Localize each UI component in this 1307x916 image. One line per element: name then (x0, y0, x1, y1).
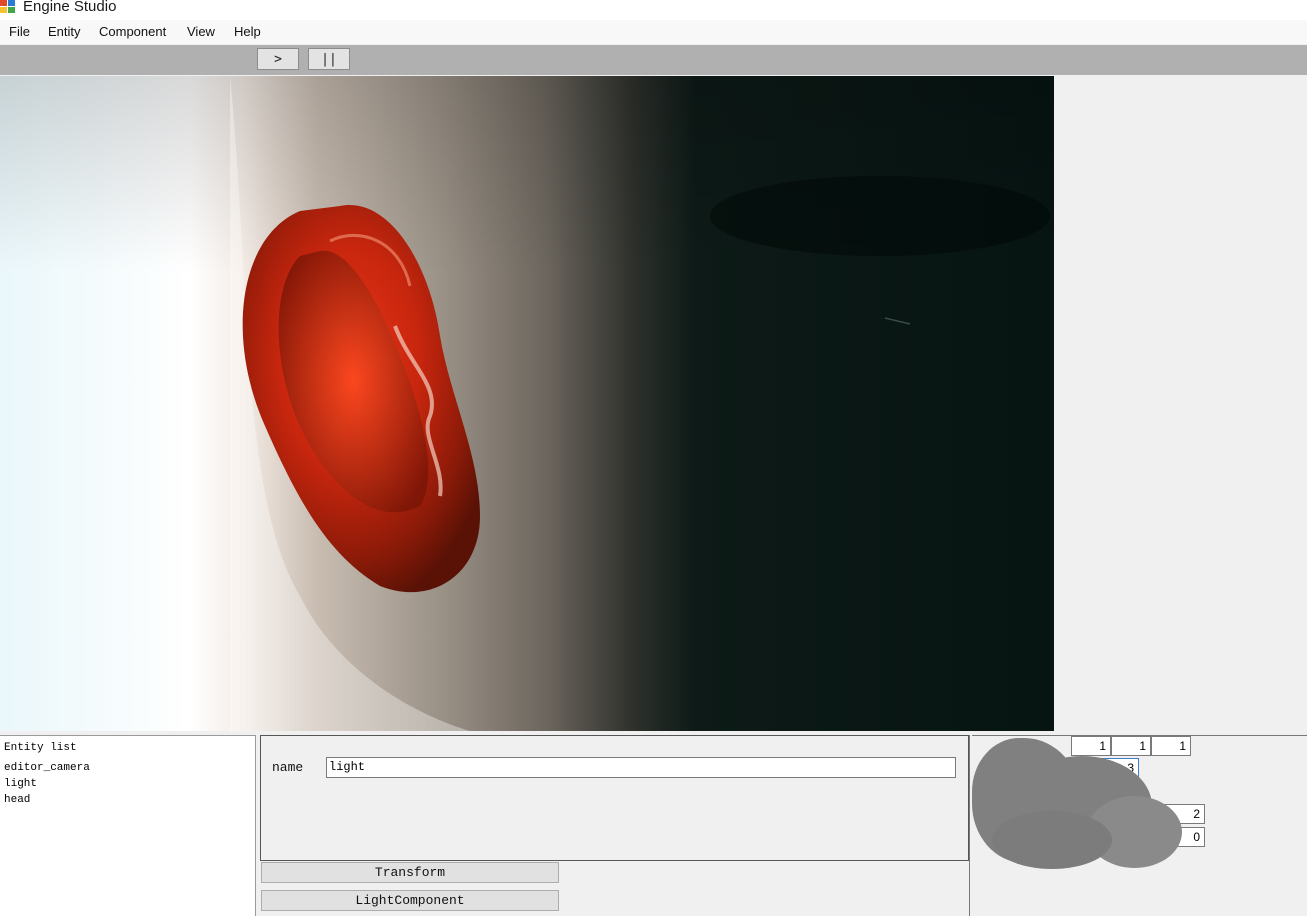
menu-bar: File Entity Component View Help (0, 20, 1307, 44)
entity-list-header: Entity list (4, 742, 77, 754)
scene-viewport[interactable] (0, 76, 1054, 731)
entity-item-editor-camera[interactable]: editor_camera (4, 762, 90, 774)
transform-component-button[interactable]: Transform (261, 862, 559, 883)
menu-component[interactable]: Component (99, 24, 166, 40)
toolbar: > || (0, 45, 1307, 75)
menu-file[interactable]: File (9, 24, 30, 40)
app-icon (0, 0, 16, 14)
inspector-panel: name light (260, 735, 969, 861)
menu-entity[interactable]: Entity (48, 24, 81, 40)
title-bar: Engine Studio (0, 0, 1307, 20)
property-field[interactable]: 1 (1111, 736, 1151, 756)
entity-list-panel: Entity list editor_camera light head (0, 735, 256, 916)
properties-panel: 1 1 1 3 1 2 164 0 (972, 735, 1307, 916)
entity-item-light[interactable]: light (4, 778, 37, 790)
pause-button[interactable]: || (308, 48, 350, 70)
name-input[interactable]: light (326, 757, 956, 778)
rendered-head-scene (0, 76, 1054, 731)
light-component-button[interactable]: LightComponent (261, 890, 559, 911)
menu-help[interactable]: Help (234, 24, 261, 40)
menu-view[interactable]: View (187, 24, 215, 40)
window-title: Engine Studio (23, 0, 117, 15)
property-field[interactable]: 1 (1151, 736, 1191, 756)
play-button[interactable]: > (257, 48, 299, 70)
name-label: name (272, 760, 304, 775)
entity-item-head[interactable]: head (4, 794, 30, 806)
property-field[interactable]: 1 (1071, 736, 1111, 756)
viewport-side-area (1054, 76, 1307, 731)
